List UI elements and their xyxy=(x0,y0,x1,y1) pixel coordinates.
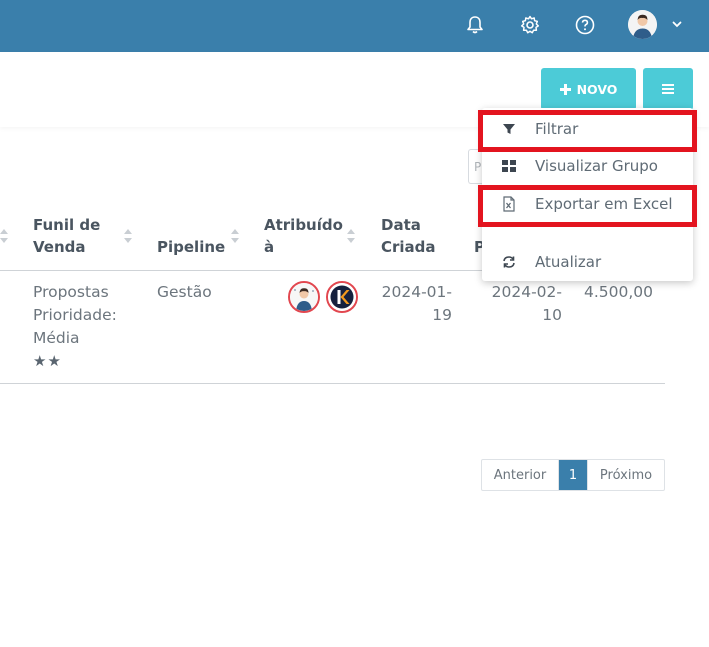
column-header-data-line2: Criada xyxy=(381,238,436,256)
gear-icon[interactable] xyxy=(516,11,544,39)
assignee-k-logo[interactable] xyxy=(326,281,358,313)
new-button-label: NOVO xyxy=(576,81,618,97)
menu-toggle-button[interactable] xyxy=(643,68,693,110)
cell-funil-line2: Prioridade: xyxy=(33,306,117,324)
help-circle-icon[interactable] xyxy=(571,11,599,39)
column-header-data-criada[interactable]: Data Criada xyxy=(381,214,436,258)
cell-pipeline: Gestão xyxy=(157,283,212,301)
user-avatar[interactable] xyxy=(628,10,657,39)
pagination-next[interactable]: Próximo xyxy=(587,460,664,490)
cell-funil: Propostas Prioridade: Média xyxy=(33,281,117,350)
cell-data-criada-line1: 2024-01- xyxy=(381,283,452,301)
menu-item-atualizar[interactable]: Atualizar xyxy=(482,247,693,277)
pagination: Anterior 1 Próximo xyxy=(481,459,665,491)
menu-item-visualizar-grupo[interactable]: Visualizar Grupo xyxy=(482,151,693,181)
menu-item-atualizar-label: Atualizar xyxy=(535,253,602,271)
cell-data-prevista-line1: 2024-02- xyxy=(491,283,562,301)
top-navbar xyxy=(0,0,709,52)
plus-icon xyxy=(559,83,571,95)
sort-icon[interactable] xyxy=(231,228,239,244)
column-header-atribuido-line1: Atribuído xyxy=(264,216,343,234)
cell-data-criada: 2024-01- 19 xyxy=(372,281,452,327)
assignee-avatar[interactable] xyxy=(288,281,320,313)
refresh-icon xyxy=(501,254,517,270)
cell-data-prevista-line2: 10 xyxy=(542,306,562,324)
excel-file-icon xyxy=(501,196,517,212)
column-header-atribuido-line2: à xyxy=(264,238,275,256)
bell-icon[interactable] xyxy=(461,11,489,39)
new-button[interactable]: NOVO xyxy=(541,68,636,110)
pagination-previous[interactable]: Anterior xyxy=(482,460,559,490)
hamburger-icon xyxy=(662,84,674,94)
sort-icon[interactable] xyxy=(0,228,8,244)
sort-icon[interactable] xyxy=(124,228,132,244)
chevron-down-icon[interactable] xyxy=(670,16,684,30)
cell-data-criada-line2: 19 xyxy=(432,306,452,324)
menu-item-exportar-excel-label: Exportar em Excel xyxy=(535,195,673,213)
menu-item-exportar-excel[interactable]: Exportar em Excel xyxy=(482,189,693,219)
column-header-funil-line2: Venda xyxy=(33,238,86,256)
filter-icon xyxy=(501,121,517,137)
cell-funil-line1: Propostas xyxy=(33,283,109,301)
column-header-funil[interactable]: Funil de Venda xyxy=(33,214,100,258)
cell-valor: 4.500,00 xyxy=(584,283,654,301)
table-bottom-divider xyxy=(0,383,665,384)
sort-icon[interactable] xyxy=(347,228,355,244)
actions-dropdown-menu: Filtrar Visualizar Grupo Exportar em Exc… xyxy=(482,108,693,281)
cell-data-prevista: 2024-02- 10 xyxy=(482,281,562,327)
grid-icon xyxy=(501,158,517,174)
menu-item-visualizar-grupo-label: Visualizar Grupo xyxy=(535,157,658,175)
column-header-data-line1: Data xyxy=(381,216,421,234)
priority-stars: ★★ xyxy=(33,352,62,370)
column-header-atribuido[interactable]: Atribuído à xyxy=(264,214,343,258)
cell-funil-line3: Média xyxy=(33,329,80,347)
column-header-funil-line1: Funil de xyxy=(33,216,101,234)
pagination-page-current[interactable]: 1 xyxy=(559,460,587,490)
menu-item-filtrar[interactable]: Filtrar xyxy=(482,114,693,144)
menu-item-filtrar-label: Filtrar xyxy=(535,120,579,138)
column-header-pipeline[interactable]: Pipeline xyxy=(157,236,225,258)
menu-divider xyxy=(482,226,693,227)
